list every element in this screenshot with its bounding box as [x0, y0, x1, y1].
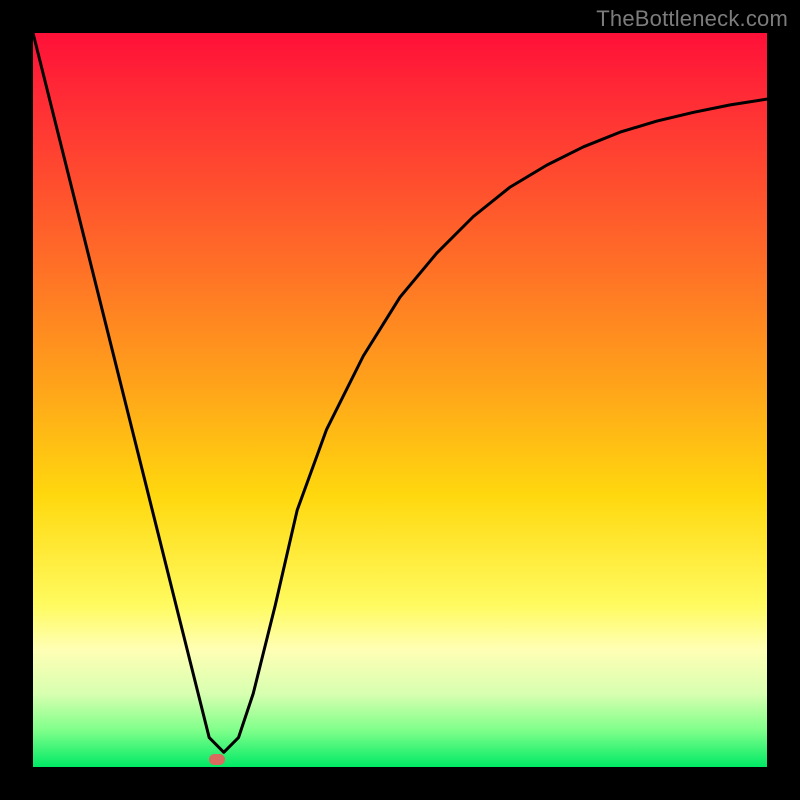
plot-area — [33, 33, 767, 767]
chart-container: TheBottleneck.com — [0, 0, 800, 800]
bottleneck-curve — [33, 33, 767, 767]
watermark-text: TheBottleneck.com — [596, 6, 788, 32]
optimal-point-marker — [209, 754, 225, 765]
